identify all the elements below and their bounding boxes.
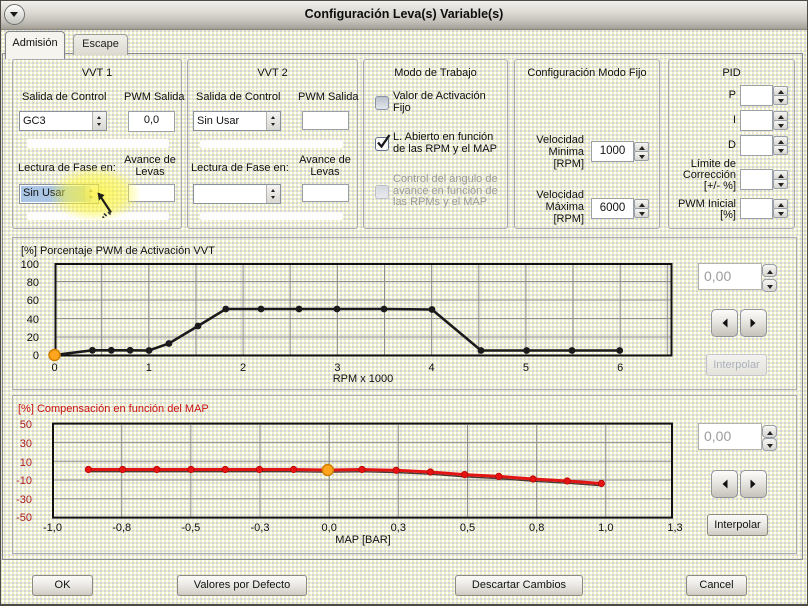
svg-text:-0,3: -0,3 xyxy=(251,522,270,534)
svg-text:0,3: 0,3 xyxy=(391,522,406,534)
svg-text:0: 0 xyxy=(51,362,57,374)
svg-text:5: 5 xyxy=(523,362,529,374)
svg-text:100: 100 xyxy=(21,259,39,271)
svg-text:0,5: 0,5 xyxy=(460,522,475,534)
svg-text:-0,5: -0,5 xyxy=(181,522,200,534)
svg-text:-1,0: -1,0 xyxy=(43,522,62,534)
svg-text:1,0: 1,0 xyxy=(598,522,613,534)
svg-text:RPM x 1000: RPM x 1000 xyxy=(333,373,394,385)
svg-text:20: 20 xyxy=(27,332,39,344)
svg-text:-50: -50 xyxy=(16,512,32,524)
svg-text:60: 60 xyxy=(27,295,39,307)
svg-text:1,3: 1,3 xyxy=(667,522,682,534)
svg-text:0,0: 0,0 xyxy=(322,522,337,534)
svg-text:40: 40 xyxy=(27,314,39,326)
svg-text:[%] Porcentaje PWM de Activaci: [%] Porcentaje PWM de Activación VVT xyxy=(21,245,215,257)
svg-text:50: 50 xyxy=(20,419,32,431)
svg-text:30: 30 xyxy=(20,438,32,450)
svg-text:[%] Compensación en función de: [%] Compensación en función del MAP xyxy=(18,403,209,415)
svg-text:2: 2 xyxy=(240,362,246,374)
svg-text:-30: -30 xyxy=(16,494,32,506)
svg-text:80: 80 xyxy=(27,277,39,289)
svg-text:0,8: 0,8 xyxy=(529,522,544,534)
svg-text:6: 6 xyxy=(617,362,623,374)
svg-text:-0,8: -0,8 xyxy=(112,522,131,534)
svg-text:MAP [BAR]: MAP [BAR] xyxy=(335,534,390,546)
svg-text:-10: -10 xyxy=(16,475,32,487)
svg-text:1: 1 xyxy=(146,362,152,374)
svg-text:10: 10 xyxy=(20,457,32,469)
svg-text:0: 0 xyxy=(33,350,39,362)
svg-text:4: 4 xyxy=(429,362,435,374)
